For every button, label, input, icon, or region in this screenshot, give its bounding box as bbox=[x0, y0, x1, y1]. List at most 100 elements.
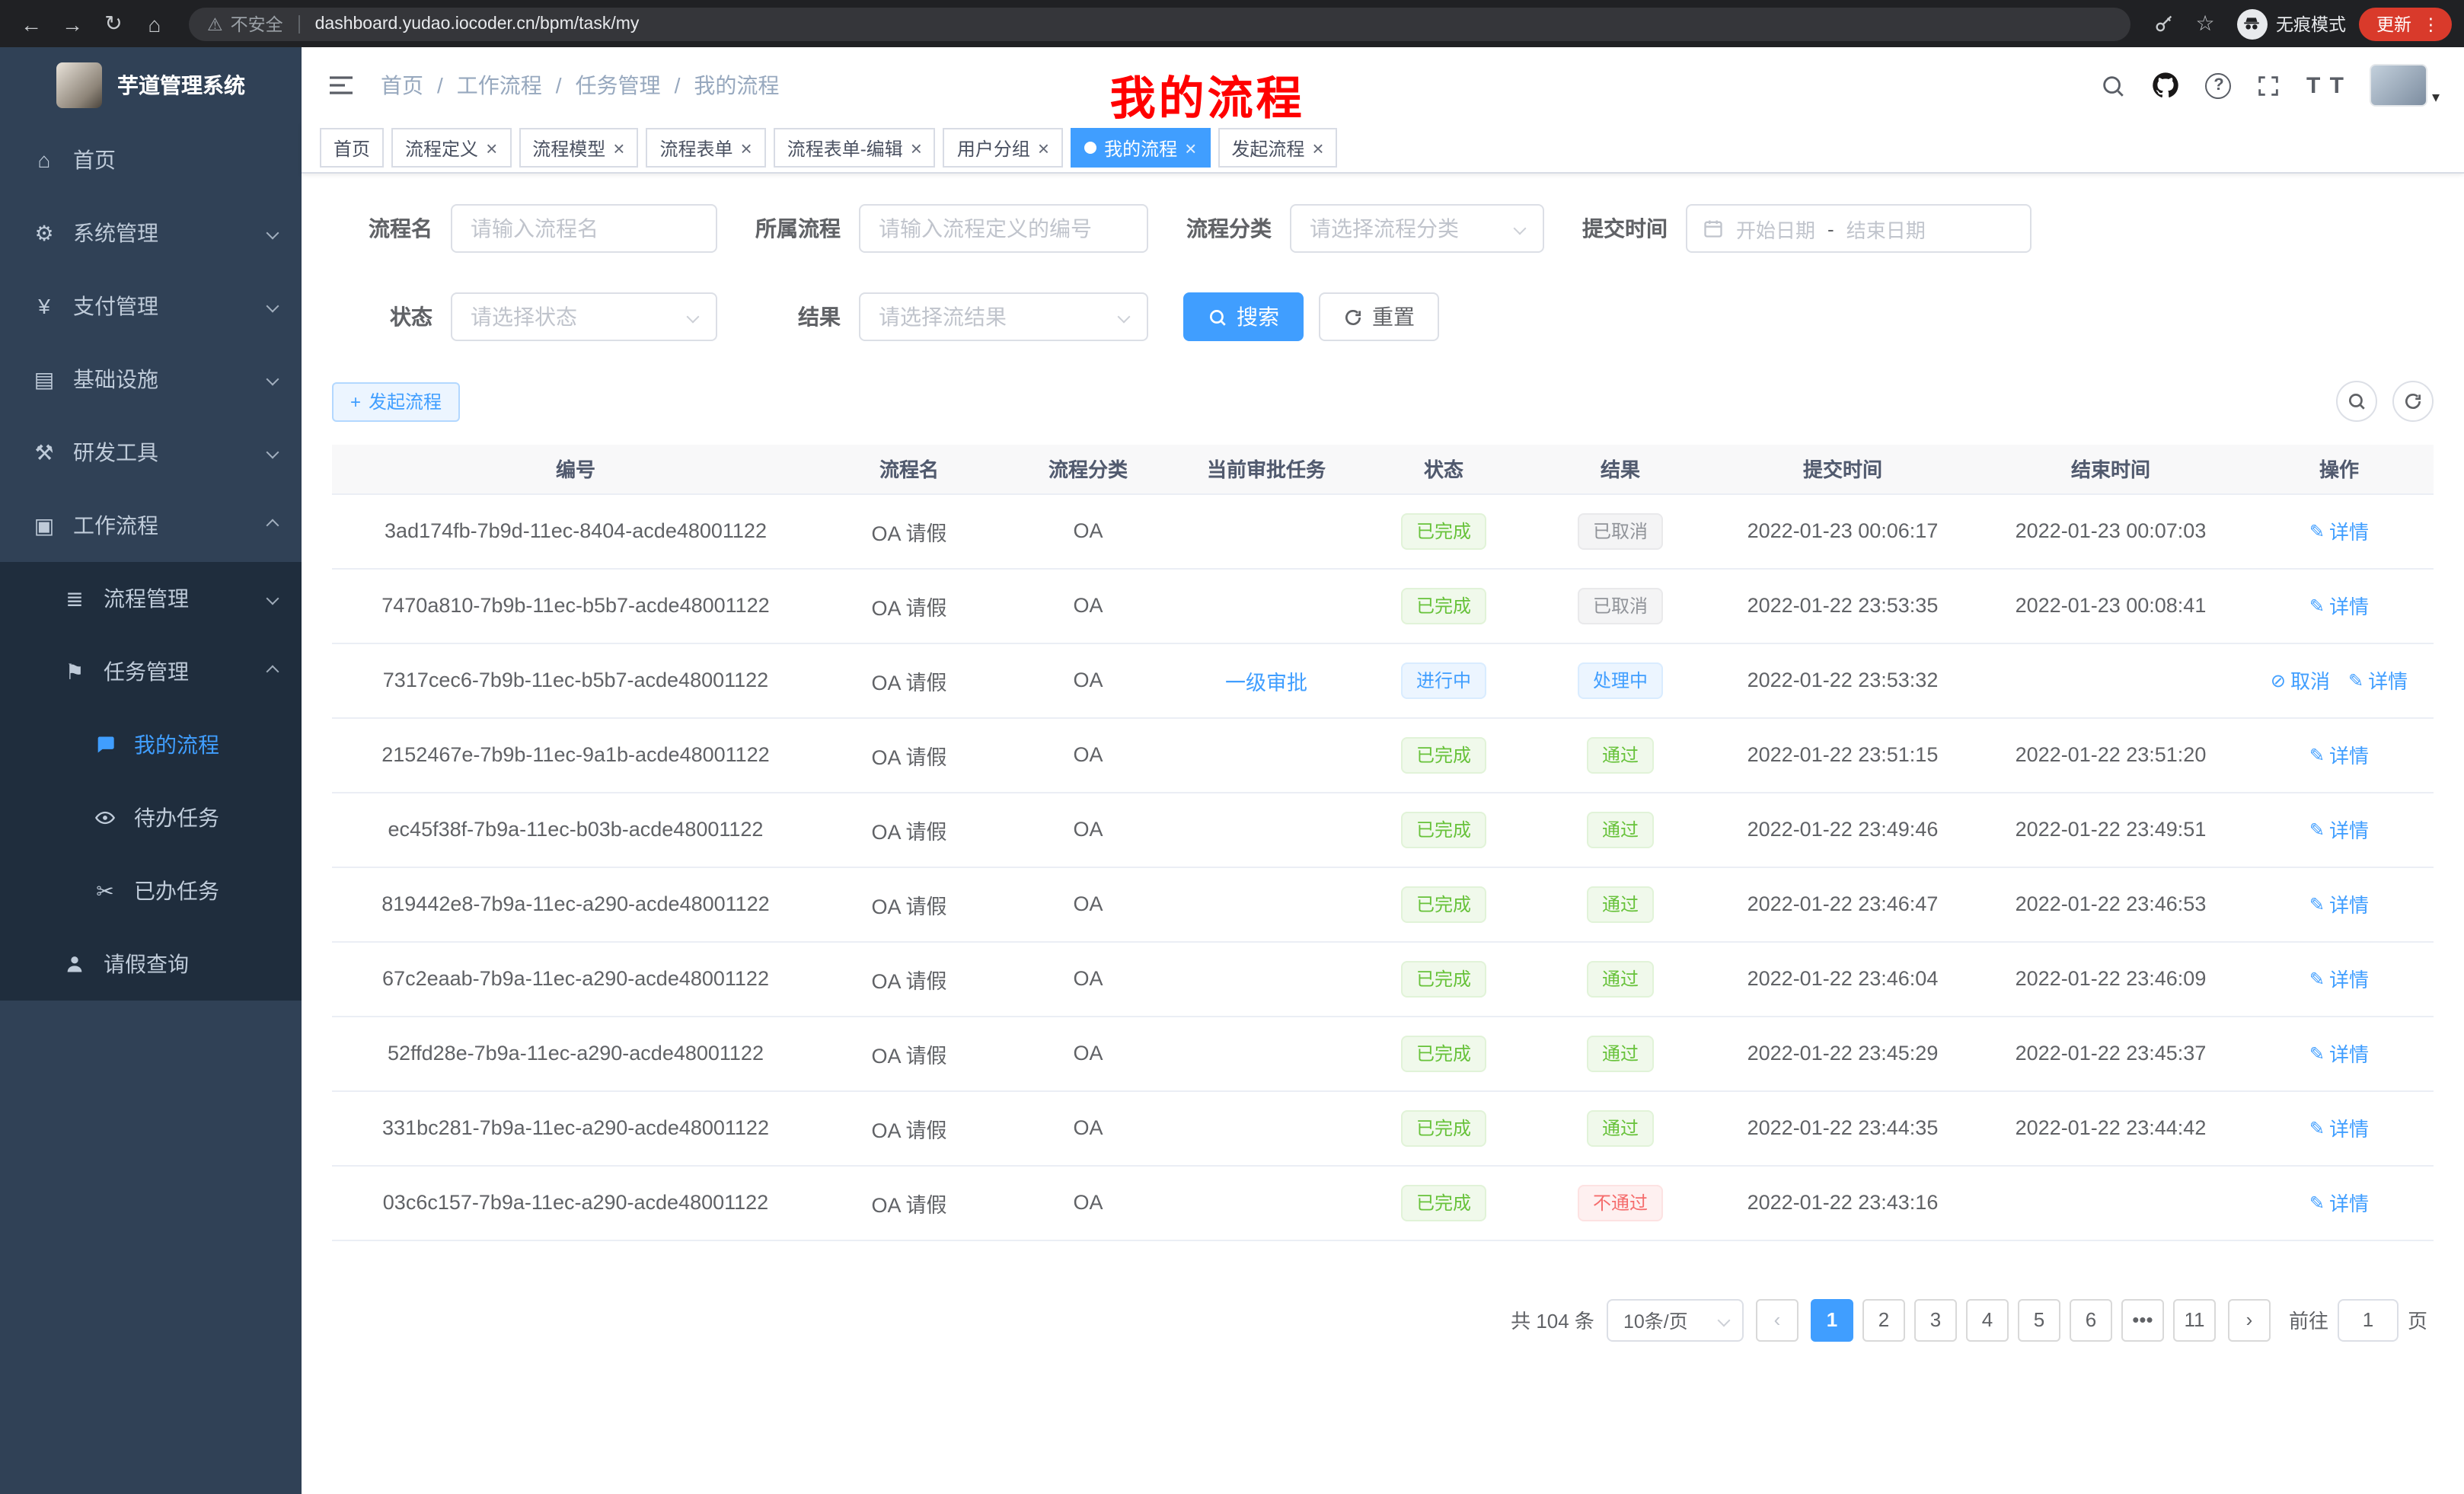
page-button-1[interactable]: 1 bbox=[1811, 1298, 1853, 1341]
breadcrumb-item[interactable]: 任务管理 bbox=[576, 70, 661, 101]
dashboard-icon: ⌂ bbox=[30, 148, 58, 172]
forward-icon[interactable]: → bbox=[53, 5, 91, 43]
avatar[interactable] bbox=[2370, 64, 2427, 107]
detail-link[interactable]: ✎详情 bbox=[2309, 815, 2369, 844]
sidebar-item-infrastructure[interactable]: ▤基础设施 bbox=[0, 343, 302, 416]
search-icon[interactable] bbox=[2101, 72, 2127, 98]
page-button-6[interactable]: 6 bbox=[2070, 1298, 2112, 1341]
tab-my-process[interactable]: 我的流程× bbox=[1071, 128, 1210, 168]
tab-start-process[interactable]: 发起流程× bbox=[1218, 128, 1337, 168]
sidebar-item-workflow[interactable]: ▣工作流程 bbox=[0, 489, 302, 562]
status-badge: 已完成 bbox=[1401, 1184, 1486, 1221]
close-icon[interactable]: × bbox=[613, 138, 624, 158]
sidebar-item-dev-tools[interactable]: ⚒研发工具 bbox=[0, 416, 302, 489]
sidebar-item-task-management[interactable]: ⚑任务管理 bbox=[0, 635, 302, 708]
tab-label: 流程模型 bbox=[532, 135, 605, 161]
close-icon[interactable]: × bbox=[1185, 138, 1196, 158]
next-page-button[interactable]: › bbox=[2228, 1298, 2271, 1341]
detail-link[interactable]: ✎详情 bbox=[2309, 591, 2369, 620]
category-select[interactable]: 请选择流程分类 bbox=[1290, 204, 1544, 253]
update-button[interactable]: 更新 ⋮ bbox=[2358, 7, 2452, 40]
user-menu[interactable]: ▾ bbox=[2370, 64, 2440, 107]
detail-link[interactable]: ✎详情 bbox=[2309, 1039, 2369, 1068]
cell-submit-time: 2022-01-23 00:06:17 bbox=[1709, 493, 1977, 568]
date-range-picker[interactable]: 开始日期 - 结束日期 bbox=[1686, 204, 2032, 253]
prev-page-button[interactable]: ‹ bbox=[1756, 1298, 1799, 1341]
process-definition-input[interactable] bbox=[859, 204, 1148, 253]
page-button-3[interactable]: 3 bbox=[1914, 1298, 1957, 1341]
sidebar-item-process-management[interactable]: ≣流程管理 bbox=[0, 562, 302, 635]
back-icon[interactable]: ← bbox=[12, 5, 50, 43]
detail-link[interactable]: ✎详情 bbox=[2348, 666, 2408, 694]
result-select[interactable]: 请选择流结果 bbox=[859, 292, 1148, 341]
page-ellipsis[interactable]: ••• bbox=[2121, 1298, 2164, 1341]
edit-icon: ✎ bbox=[2309, 1192, 2325, 1213]
tab-process-model[interactable]: 流程模型 × bbox=[519, 128, 638, 168]
sidebar-item-my-process[interactable]: 我的流程 bbox=[0, 708, 302, 781]
sidebar-item-leave-query[interactable]: 请假查询 bbox=[0, 927, 302, 1001]
detail-link[interactable]: ✎详情 bbox=[2309, 1188, 2369, 1217]
end-date-placeholder: 结束日期 bbox=[1846, 214, 1926, 243]
github-icon[interactable] bbox=[2151, 70, 2182, 101]
reload-icon[interactable]: ↻ bbox=[94, 5, 132, 43]
op-label: 详情 bbox=[2368, 666, 2408, 694]
browser-home-icon[interactable]: ⌂ bbox=[136, 5, 174, 43]
tab-process-form[interactable]: 流程表单× bbox=[646, 128, 765, 168]
page-button-4[interactable]: 4 bbox=[1966, 1298, 2009, 1341]
cancel-link[interactable]: ⊘取消 bbox=[2271, 666, 2330, 694]
op-label: 详情 bbox=[2329, 1113, 2369, 1142]
kebab-icon[interactable]: ⋮ bbox=[2422, 13, 2440, 34]
sidebar-item-system-management[interactable]: ⚙系统管理 bbox=[0, 196, 302, 270]
goto-page: 前往 页 bbox=[2289, 1298, 2427, 1341]
reset-button[interactable]: 重置 bbox=[1319, 292, 1439, 341]
detail-link[interactable]: ✎详情 bbox=[2309, 1113, 2369, 1142]
tab-home[interactable]: 首页 bbox=[320, 128, 384, 168]
key-icon[interactable] bbox=[2145, 5, 2183, 43]
goto-page-input[interactable] bbox=[2338, 1298, 2399, 1341]
page-button-2[interactable]: 2 bbox=[1862, 1298, 1905, 1341]
breadcrumb-item[interactable]: 我的流程 bbox=[694, 70, 779, 101]
page-button-5[interactable]: 5 bbox=[2018, 1298, 2060, 1341]
detail-link[interactable]: ✎详情 bbox=[2309, 516, 2369, 545]
current-task-link[interactable]: 一级审批 bbox=[1225, 671, 1307, 694]
op-label: 详情 bbox=[2329, 591, 2369, 620]
sidebar-item-payment-management[interactable]: ¥支付管理 bbox=[0, 270, 302, 343]
logo: 芋道管理系统 bbox=[0, 47, 302, 123]
breadcrumb-item[interactable]: 首页 bbox=[381, 70, 423, 101]
eye-icon bbox=[91, 807, 119, 828]
close-icon[interactable]: × bbox=[486, 138, 497, 158]
security-warning[interactable]: ⚠ 不安全 bbox=[207, 11, 283, 36]
process-name-input[interactable] bbox=[451, 204, 717, 253]
hide-search-button[interactable] bbox=[2336, 381, 2377, 422]
page-button-11[interactable]: 11 bbox=[2173, 1298, 2216, 1341]
tab-process-definition[interactable]: 流程定义× bbox=[391, 128, 511, 168]
close-icon[interactable]: × bbox=[911, 138, 922, 158]
breadcrumb-item[interactable]: 工作流程 bbox=[457, 70, 542, 101]
sidebar-item-done-tasks[interactable]: ✂已办任务 bbox=[0, 854, 302, 927]
star-icon[interactable]: ☆ bbox=[2186, 5, 2224, 43]
detail-link[interactable]: ✎详情 bbox=[2309, 740, 2369, 769]
search-button[interactable]: 搜索 bbox=[1183, 292, 1304, 341]
tab-process-form-edit[interactable]: 流程表单-编辑× bbox=[774, 128, 936, 168]
help-icon[interactable]: ? bbox=[2206, 72, 2232, 98]
tab-user-group[interactable]: 用户分组× bbox=[943, 128, 1063, 168]
detail-link[interactable]: ✎详情 bbox=[2309, 889, 2369, 918]
create-process-button[interactable]: + 发起流程 bbox=[332, 381, 460, 421]
cell-current-task bbox=[1177, 941, 1355, 1016]
close-icon[interactable]: × bbox=[741, 138, 752, 158]
close-icon[interactable]: × bbox=[1038, 138, 1049, 158]
fullscreen-icon[interactable] bbox=[2256, 72, 2282, 98]
close-icon[interactable]: × bbox=[1312, 138, 1323, 158]
page-size-select[interactable]: 10条/页 bbox=[1607, 1298, 1744, 1341]
refresh-icon bbox=[2403, 391, 2423, 411]
address-bar[interactable]: ⚠ 不安全 dashboard.yudao.iocoder.cn/bpm/tas… bbox=[189, 7, 2130, 40]
refresh-button[interactable] bbox=[2392, 381, 2434, 422]
sidebar-item-home[interactable]: ⌂首页 bbox=[0, 123, 302, 196]
font-size-icon[interactable]: T T bbox=[2306, 72, 2345, 98]
hamburger-icon[interactable] bbox=[326, 70, 356, 101]
flag-icon: ⚑ bbox=[61, 659, 88, 685]
status-select[interactable]: 请选择状态 bbox=[451, 292, 717, 341]
sidebar-item-todo-tasks[interactable]: 待办任务 bbox=[0, 781, 302, 854]
cell-current-task bbox=[1177, 568, 1355, 643]
detail-link[interactable]: ✎详情 bbox=[2309, 964, 2369, 993]
